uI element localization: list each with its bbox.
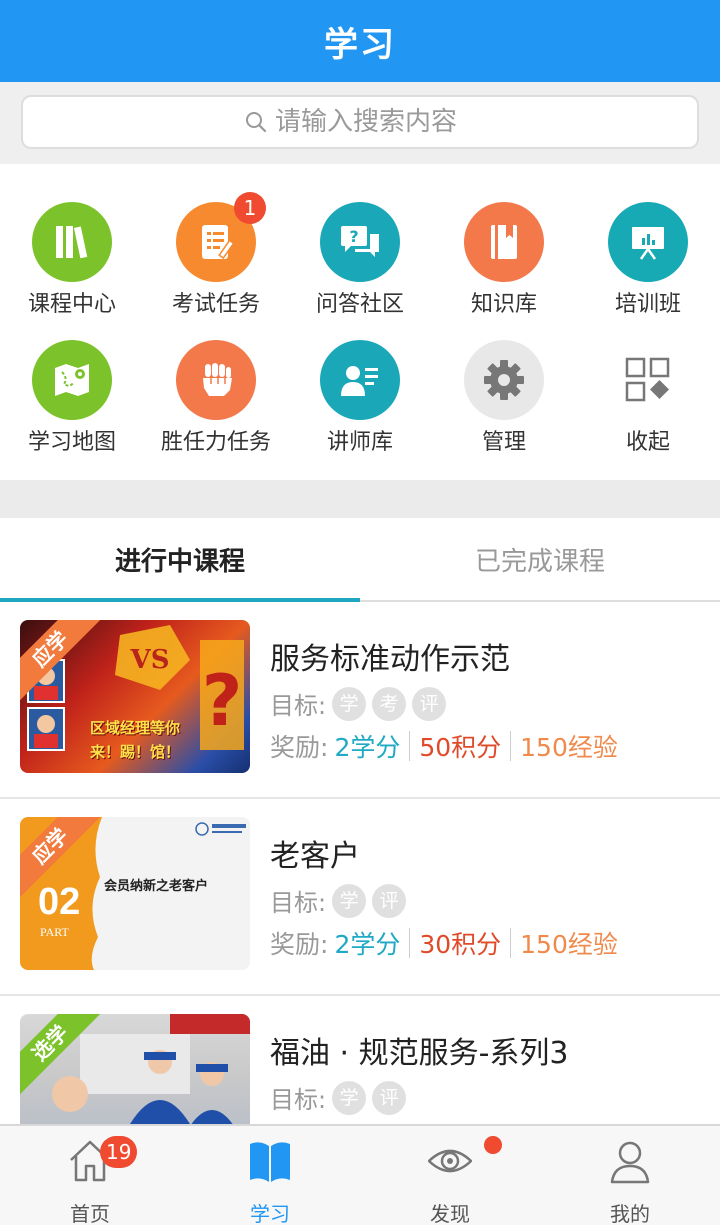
grid-item-training-class[interactable]: 培训班 [576,202,720,332]
home-badge: 19 [100,1136,138,1168]
search-icon [246,112,267,133]
reward-credits: 2学分 [334,733,401,762]
goal-chip: 考 [372,686,407,721]
grid-label: 培训班 [614,292,681,317]
grid-label: 课程中心 [27,292,116,317]
course-title: 服务标准动作示范 [270,642,510,677]
grid-label: 考试任务 [171,292,260,317]
course-thumbnail: VS ? 区域经理等你来！踢！馆！ 应学 [20,620,250,773]
collapse-grid-icon [608,340,688,420]
reward-credits: 2学分 [334,930,401,959]
exam-badge: 1 [234,192,266,224]
svg-text:VS: VS [130,645,170,675]
grid-label: 学习地图 [27,430,116,455]
reward-label: 奖励: [270,733,329,762]
goal-chip: 学 [332,1080,367,1115]
nav-label: 学习 [250,1202,290,1225]
lecturer-icon [320,340,400,420]
open-book-icon [250,1142,290,1182]
grid-item-course-center[interactable]: 课程中心 [0,202,144,332]
nav-profile[interactable]: 我的 [540,1126,720,1225]
grid-item-knowledge-base[interactable]: 知识库 [432,202,576,332]
discover-dot [484,1136,502,1154]
course-item[interactable]: VS ? 区域经理等你来！踢！馆！ 应学 服务标准动作示范 目标: 学 考 评 … [0,602,720,799]
tab-in-progress[interactable]: 进行中课程 [0,518,360,600]
nav-learning[interactable]: 学习 [180,1126,360,1225]
section-separator [0,480,720,518]
book-icon [464,202,544,282]
reward-points: 30积分 [419,930,502,959]
reward-label: 奖励: [270,930,329,959]
grid-item-management[interactable]: 管理 [432,340,576,470]
goal-label: 目标: [270,692,327,720]
reward-exp: 150经验 [520,930,618,959]
bottom-nav: 19 首页 学习 发现 我的 [0,1124,720,1225]
grid-item-collapse[interactable]: 收起 [576,340,720,470]
course-goals: 目标: 学 评 [270,1080,407,1115]
grid-label: 收起 [625,430,670,455]
grid-item-learning-map[interactable]: 学习地图 [0,340,144,470]
course-rewards: 奖励: 2学分 50积分 150经验 [270,728,618,764]
course-thumbnail: 02 PART 会员纳新之老客户 应学 [20,817,250,970]
question-chat-icon: ? [320,202,400,282]
reward-divider [409,731,411,761]
course-title: 福油 · 规范服务-系列3 [270,1036,569,1071]
nav-home[interactable]: 19 首页 [0,1126,180,1225]
thumbnail-part-number: 02 [38,881,81,923]
nav-label: 首页 [70,1202,110,1225]
course-list: VS ? 区域经理等你来！踢！馆！ 应学 服务标准动作示范 目标: 学 考 评 … [0,602,720,1124]
page-title: 学习 [324,24,396,65]
search-box[interactable] [21,95,699,149]
app-header: 学习 [0,0,720,82]
course-goals: 目标: 学 考 评 [270,686,447,721]
goal-label: 目标: [270,1086,327,1114]
user-icon [610,1141,650,1184]
reward-divider [510,928,512,958]
presentation-board-icon [608,202,688,282]
goal-chip: 评 [372,883,407,918]
feature-grid: 课程中心 1 考试任务 ? 问答社区 知识库 培训班 学习地图 胜任力任务 讲师… [0,164,720,480]
goal-label: 目标: [270,889,327,917]
tab-completed[interactable]: 已完成课程 [360,518,720,600]
grid-item-lecturer-library[interactable]: 讲师库 [288,340,432,470]
svg-text:?: ? [349,227,358,246]
thumbnail-caption: 会员纳新之老客户 [104,879,209,894]
grid-label: 问答社区 [315,292,404,317]
thumbnail-part-label: PART [40,925,69,939]
course-tabs: 进行中课程 已完成课程 [0,518,720,602]
grid-item-qa-community[interactable]: ? 问答社区 [288,202,432,332]
reward-divider [510,731,512,761]
reward-points: 50积分 [419,733,502,762]
eye-icon [428,1149,472,1173]
map-icon [32,340,112,420]
course-goals: 目标: 学 评 [270,883,407,918]
reward-exp: 150经验 [520,733,618,762]
svg-text:?: ? [202,660,243,742]
grid-item-competency-tasks[interactable]: 胜任力任务 [144,340,288,470]
nav-label: 我的 [610,1202,650,1225]
grid-item-exam-tasks[interactable]: 1 考试任务 [144,192,288,332]
course-rewards: 奖励: 2学分 30积分 150经验 [270,925,618,961]
fist-icon [176,340,256,420]
course-item[interactable]: 02 PART 会员纳新之老客户 应学 老客户 目标: 学 评 奖励: 2学分 … [0,799,720,996]
reward-divider [409,928,411,958]
grid-label: 胜任力任务 [160,430,271,455]
thumbnail-caption: 区域经理等你来！踢！馆！ [90,719,181,761]
goal-chip: 学 [332,883,367,918]
search-bar-area [0,82,720,164]
course-item[interactable]: 选学 福油 · 规范服务-系列3 目标: 学 评 [0,996,720,1124]
grid-label: 知识库 [470,292,537,317]
books-icon [32,202,112,282]
grid-label: 管理 [481,430,526,455]
course-thumbnail: 选学 [20,1014,250,1124]
gear-icon [464,340,544,420]
nav-label: 发现 [430,1202,470,1225]
goal-chip: 评 [372,1080,407,1115]
course-title: 老客户 [270,839,360,874]
search-input[interactable] [275,107,475,137]
goal-chip: 学 [332,686,367,721]
goal-chip: 评 [412,686,447,721]
grid-label: 讲师库 [326,430,393,455]
nav-discover[interactable]: 发现 [360,1126,540,1225]
